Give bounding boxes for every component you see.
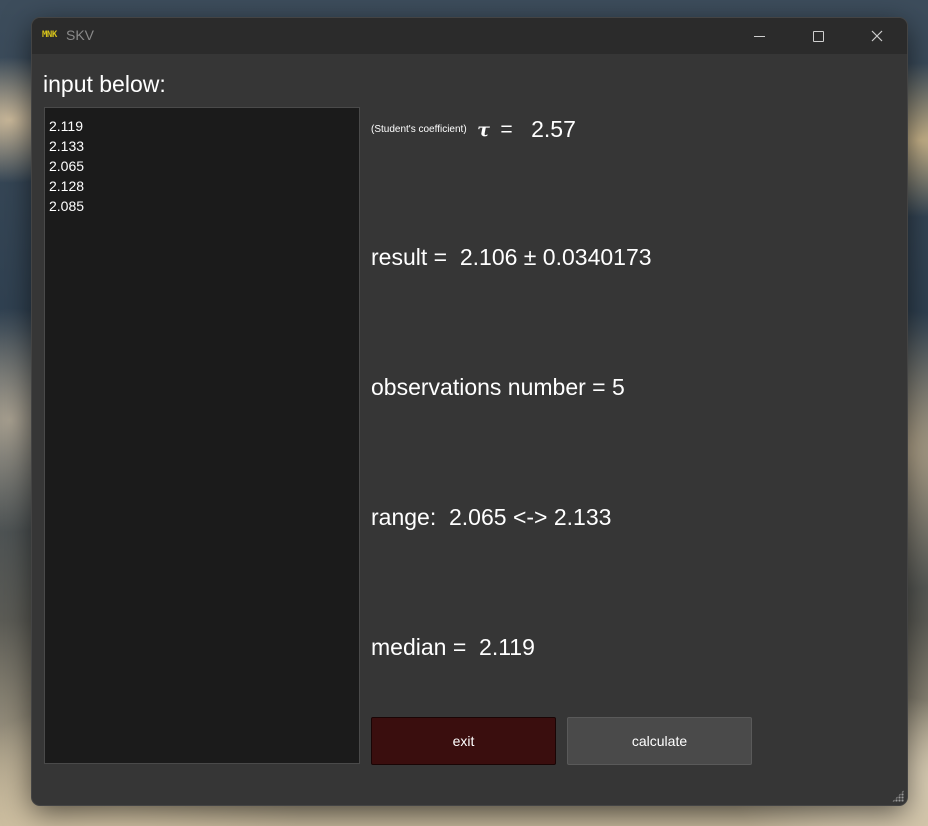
- student-coefficient-note: (Student's coefficient): [371, 124, 467, 135]
- range-text: range: 2.065 <-> 2.133: [371, 504, 612, 530]
- title-bar[interactable]: MNK SKV: [32, 18, 907, 54]
- input-label: input below:: [43, 71, 166, 97]
- minimize-icon: [753, 35, 765, 37]
- window-title: SKV: [66, 27, 95, 43]
- observations-text: observations number = 5: [371, 374, 625, 400]
- tau-symbol: τ: [477, 118, 490, 141]
- student-coefficient-row: (Student's coefficient) τ = 2.57: [371, 116, 576, 143]
- tau-equals: =: [500, 117, 513, 141]
- maximize-icon: [812, 30, 824, 42]
- input-line: 2.119: [49, 118, 83, 134]
- tau-value: 2.57: [531, 116, 576, 142]
- app-window: MNK SKV input below: 2.119 2.133 2.065 2…: [32, 18, 907, 805]
- input-line: 2.133: [49, 138, 85, 154]
- maximize-button[interactable]: [789, 18, 847, 54]
- calculate-button[interactable]: calculate: [567, 717, 752, 765]
- input-line: 2.085: [49, 198, 85, 214]
- app-icon: MNK: [42, 30, 57, 40]
- result-text: result = 2.106 ± 0.0340173: [371, 244, 652, 270]
- input-line: 2.065: [49, 158, 85, 174]
- close-button[interactable]: [848, 18, 906, 54]
- input-line: 2.128: [49, 178, 85, 194]
- median-text: median = 2.119: [371, 634, 535, 660]
- exit-button[interactable]: exit: [371, 717, 556, 765]
- input-textarea[interactable]: 2.119 2.133 2.065 2.128 2.085: [44, 107, 360, 764]
- resize-grip[interactable]: [892, 790, 904, 802]
- minimize-button[interactable]: [730, 18, 788, 54]
- close-icon: [871, 30, 883, 42]
